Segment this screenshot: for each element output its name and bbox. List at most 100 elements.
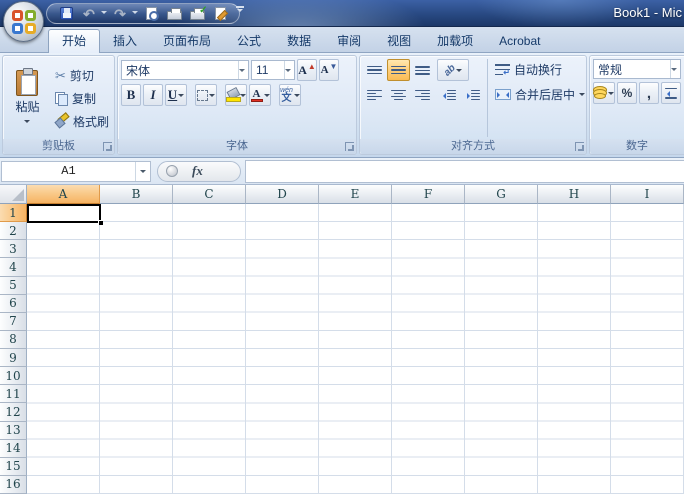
phonetic-guide-button[interactable]: wén 文 <box>279 84 301 106</box>
percent-format-button[interactable]: % <box>617 82 637 104</box>
paste-dropdown-caret[interactable] <box>24 120 31 126</box>
align-top-button[interactable] <box>363 59 386 81</box>
formula-bar-handle[interactable] <box>166 165 178 177</box>
underline-dropdown-caret[interactable] <box>178 93 185 100</box>
column-header-C[interactable]: C <box>173 185 246 204</box>
quick-access-toolbar: ↶ ↷ <box>46 3 240 24</box>
clipboard-dialog-launcher[interactable] <box>103 142 112 151</box>
column-header-H[interactable]: H <box>538 185 611 204</box>
font-dialog-launcher[interactable] <box>345 142 354 151</box>
grow-font-button[interactable]: A ▲ <box>297 59 317 81</box>
row-header-15[interactable]: 15 <box>0 457 27 476</box>
cells-area[interactable] <box>27 204 684 494</box>
column-header-E[interactable]: E <box>319 185 392 204</box>
merge-center-button[interactable]: 合并后居中 <box>493 84 587 105</box>
paste-button[interactable]: 粘贴 <box>6 59 49 137</box>
tab-add-ins[interactable]: 加载项 <box>424 30 486 52</box>
quick-print-button[interactable] <box>187 5 208 23</box>
italic-button[interactable]: I <box>143 84 163 106</box>
font-size-select[interactable]: 11 <box>251 60 295 80</box>
row-header-9[interactable]: 9 <box>0 349 27 368</box>
column-header-I[interactable]: I <box>611 185 684 204</box>
currency-format-button[interactable] <box>593 82 615 104</box>
print-preview-button[interactable] <box>141 5 161 23</box>
orientation-button[interactable]: ab <box>437 59 469 81</box>
undo-button[interactable]: ↶ <box>79 5 99 23</box>
row-header-3[interactable]: 3 <box>0 240 27 259</box>
fill-handle[interactable] <box>98 220 103 225</box>
tab-home[interactable]: 开始 <box>48 29 101 53</box>
row-header-11[interactable]: 11 <box>0 385 27 404</box>
row-header-7[interactable]: 7 <box>0 312 27 331</box>
wrap-text-button[interactable]: 自动换行 <box>493 59 587 80</box>
number-format-select[interactable]: 常规 <box>593 59 681 79</box>
insert-function-button[interactable]: fx <box>192 163 203 179</box>
borders-dropdown-caret[interactable] <box>209 93 215 100</box>
undo-dropdown-caret[interactable] <box>101 10 107 17</box>
underline-button[interactable]: U <box>165 84 187 106</box>
align-center-button[interactable] <box>387 84 410 106</box>
name-box[interactable]: A1 <box>1 160 151 182</box>
shrink-font-button[interactable]: A ▼ <box>319 59 339 81</box>
increase-indent-button[interactable] <box>461 84 484 106</box>
comma-format-button[interactable]: , <box>639 82 659 104</box>
cut-button[interactable]: ✂ 剪切 <box>53 65 111 85</box>
merge-center-label: 合并后居中 <box>515 88 576 102</box>
alignment-dialog-launcher[interactable] <box>575 142 584 151</box>
tab-page-layout[interactable]: 页面布局 <box>150 30 224 52</box>
tab-data[interactable]: 数据 <box>274 30 324 52</box>
column-header-G[interactable]: G <box>465 185 538 204</box>
office-logo-icon <box>11 9 36 34</box>
increase-indent-icon <box>465 89 480 101</box>
row-header-6[interactable]: 6 <box>0 294 27 313</box>
copy-button[interactable]: 复制 <box>53 88 111 108</box>
save-button[interactable] <box>56 5 76 23</box>
column-header-D[interactable]: D <box>246 185 319 204</box>
redo-dropdown-caret[interactable] <box>132 10 138 17</box>
format-painter-button[interactable]: 格式刷 <box>53 111 111 131</box>
column-header-F[interactable]: F <box>392 185 465 204</box>
font-name-select[interactable]: 宋体 <box>121 60 249 80</box>
row-header-4[interactable]: 4 <box>0 258 27 277</box>
phonetic-dropdown-caret[interactable] <box>293 93 300 100</box>
font-color-dropdown-caret[interactable] <box>263 93 270 100</box>
name-box-caret[interactable] <box>140 169 146 176</box>
office-button[interactable] <box>3 1 44 42</box>
column-header-B[interactable]: B <box>100 185 173 204</box>
align-middle-button[interactable] <box>387 59 410 81</box>
decrease-indent-button[interactable] <box>437 84 460 106</box>
column-header-A[interactable]: A <box>27 185 100 204</box>
merge-center-dropdown-caret[interactable] <box>579 93 586 99</box>
customize-qat-button[interactable] <box>234 6 246 20</box>
redo-button[interactable]: ↷ <box>110 5 130 23</box>
row-header-10[interactable]: 10 <box>0 367 27 386</box>
row-header-5[interactable]: 5 <box>0 276 27 295</box>
edit-document-button[interactable] <box>210 5 230 23</box>
select-all-button[interactable] <box>0 185 27 204</box>
tab-review[interactable]: 审阅 <box>324 30 374 52</box>
selected-cell-outline[interactable] <box>27 204 101 223</box>
bold-button[interactable]: B <box>121 84 141 106</box>
row-header-1[interactable]: 1 <box>0 204 27 223</box>
formula-input[interactable] <box>245 159 684 183</box>
increase-decimal-button[interactable] <box>661 82 681 104</box>
row-header-2[interactable]: 2 <box>0 222 27 241</box>
tab-formulas[interactable]: 公式 <box>224 30 274 52</box>
align-left-button[interactable] <box>363 84 386 106</box>
row-header-16[interactable]: 16 <box>0 475 27 494</box>
tab-view[interactable]: 视图 <box>374 30 424 52</box>
print-button[interactable] <box>164 5 184 23</box>
tab-acrobat[interactable]: Acrobat <box>486 30 553 52</box>
row-header-8[interactable]: 8 <box>0 330 27 349</box>
font-color-button[interactable]: A <box>249 84 271 106</box>
fill-color-button[interactable] <box>225 84 247 106</box>
borders-button[interactable] <box>195 84 217 106</box>
currency-dropdown-caret[interactable] <box>608 91 614 98</box>
row-header-14[interactable]: 14 <box>0 439 27 458</box>
ribbon-tabs: 开始 插入 页面布局 公式 数据 审阅 视图 加载项 Acrobat <box>0 27 684 53</box>
tab-insert[interactable]: 插入 <box>100 30 150 52</box>
align-right-button[interactable] <box>411 84 434 106</box>
row-header-13[interactable]: 13 <box>0 421 27 440</box>
align-bottom-button[interactable] <box>411 59 434 81</box>
row-header-12[interactable]: 12 <box>0 403 27 422</box>
